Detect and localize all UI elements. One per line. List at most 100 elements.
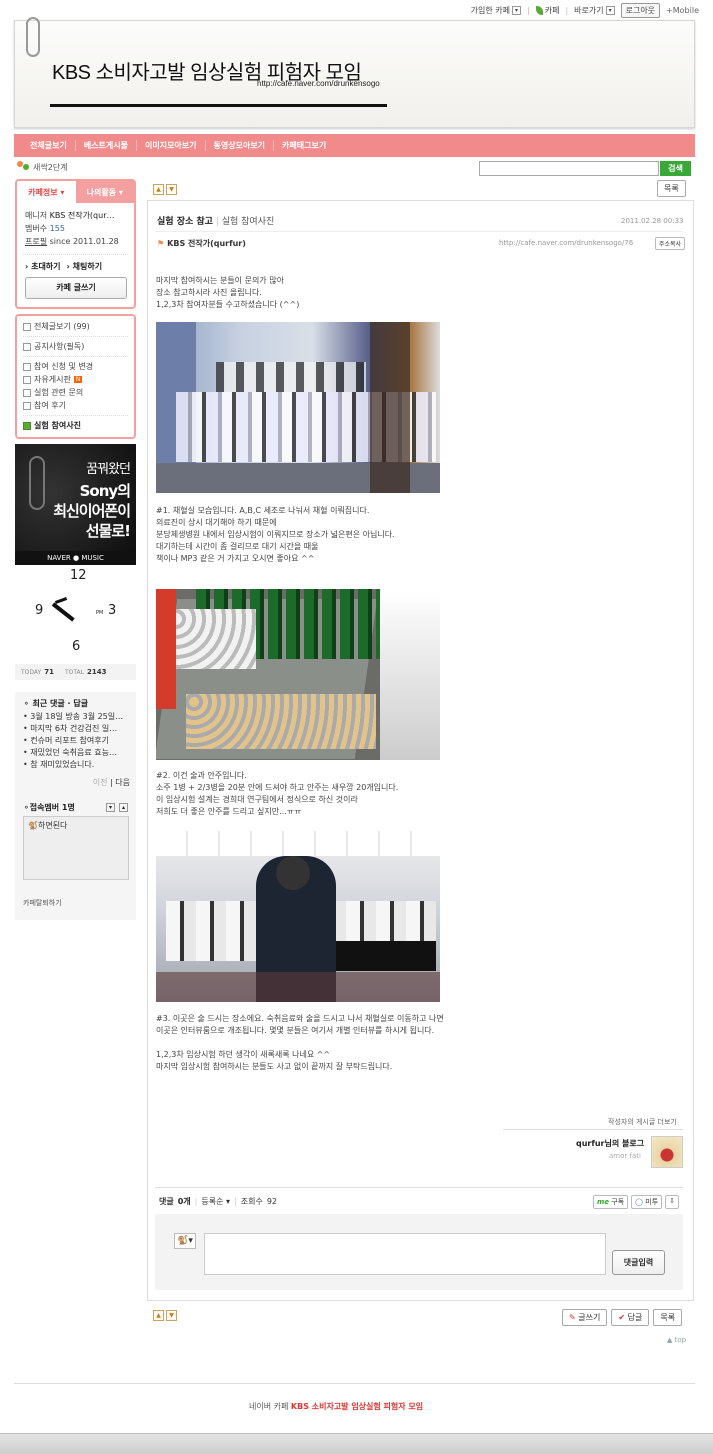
- photo-blood-draw-room[interactable]: [156, 322, 440, 493]
- dropdown-icon[interactable]: ▾: [512, 6, 521, 15]
- caption-2: #2. 이건 술과 안주입니다. 소주 1병 + 2/3병을 20분 안에 드셔…: [156, 770, 398, 818]
- list-item[interactable]: 🐒하면된다: [24, 817, 128, 834]
- chat-link[interactable]: › 채팅하기: [67, 261, 103, 272]
- recent-comments-title: ⚬ 최근 댓글 · 답글: [23, 699, 89, 708]
- board-icon: [23, 342, 31, 351]
- post-intro: 마지막 참여하시는 분들이 문의가 많아 장소 참고하시라 사진 올립니다. 1…: [156, 275, 299, 311]
- check-icon: ✔: [618, 1313, 626, 1322]
- joined-cafe-link[interactable]: 가입한 카페 ▾: [471, 5, 521, 16]
- expand-icon[interactable]: ▴: [119, 803, 128, 812]
- manager-name[interactable]: KBS 전작가(qur…: [50, 211, 115, 220]
- prev-post-button[interactable]: ▲: [153, 184, 164, 195]
- comments-label[interactable]: 댓글: [159, 1196, 174, 1207]
- sony-earphone-ad[interactable]: 꿈꿔왔던 Sony의 최신이어폰이 선물로! NAVER ● MUSIC: [15, 444, 136, 565]
- members-count[interactable]: 155: [50, 224, 65, 233]
- ad-line-2: Sony의: [79, 482, 131, 500]
- list-button-bottom[interactable]: 목록: [653, 1309, 683, 1326]
- online-member-name: 하면된다: [37, 821, 68, 830]
- more-posts-link[interactable]: 작성자의 게시글 더보기: [608, 1117, 677, 1127]
- blog-avatar[interactable]: [651, 1136, 683, 1168]
- naver-cafe-leaf-icon: [535, 6, 543, 15]
- comment-avatar-select[interactable]: 🐒▾: [174, 1233, 196, 1249]
- cafe-link[interactable]: 카페: [535, 5, 559, 16]
- menu-inquiry[interactable]: 실험 관련 문의: [23, 386, 128, 399]
- qna-board-icon: [23, 388, 31, 397]
- next-post-button[interactable]: ▼: [166, 1310, 177, 1321]
- comment-stats: 댓글 0개 | 등록순 ▾ | 조회수 92: [159, 1196, 277, 1207]
- invite-link[interactable]: › 초대하기: [25, 261, 61, 272]
- photo-board-icon: [23, 421, 31, 430]
- subscribe-label: 구독: [611, 1198, 625, 1206]
- cafe-write-button[interactable]: 카페 글쓰기: [25, 277, 127, 299]
- menu-label: 공지사항(필독): [34, 342, 85, 351]
- sidebar-widgets: ⚬ 최근 댓글 · 답글 • 3월 18일 방송 3월 25일… • 마지막 6…: [15, 692, 136, 920]
- menu-photos[interactable]: 실험 참여사진: [23, 419, 128, 432]
- collapse-icon[interactable]: ▾: [106, 803, 115, 812]
- comments-count[interactable]: 0개: [178, 1196, 191, 1207]
- menu-reviews[interactable]: 참여 후기: [23, 399, 128, 412]
- footer-naver-cafe[interactable]: 네이버 카페: [249, 1402, 288, 1411]
- board-icon: [23, 401, 31, 410]
- menu-apply[interactable]: 참여 신청 및 변경: [23, 360, 128, 373]
- next-button[interactable]: 다음: [115, 778, 130, 787]
- shortcut-link[interactable]: 바로가기 ▾: [574, 5, 615, 16]
- clock-9: 9: [35, 603, 44, 618]
- list-item[interactable]: • 3월 18일 방송 3월 25일…: [23, 711, 136, 723]
- list-item[interactable]: • 재밌었던 숙취음료 효능…: [23, 747, 136, 759]
- online-member-list: 🐒하면된다: [23, 816, 129, 880]
- clock-hour-hand: [51, 602, 75, 622]
- list-item[interactable]: • 참 재미있었습니다.: [23, 759, 136, 771]
- menu-notice[interactable]: 공지사항(필독): [23, 340, 128, 353]
- photo-drinking-room[interactable]: [156, 831, 440, 1002]
- post-board[interactable]: 실험 참여사진: [222, 217, 275, 227]
- nav-videos[interactable]: 동영상모아보기: [206, 140, 275, 151]
- nav-images[interactable]: 이미지모아보기: [137, 140, 206, 151]
- mobile-link[interactable]: +Mobile: [666, 6, 699, 15]
- nav-best-posts[interactable]: 베스트게시물: [76, 140, 137, 151]
- more-share-icon[interactable]: ⇩: [665, 1195, 680, 1209]
- prev-button[interactable]: 이전: [93, 778, 108, 787]
- online-members-title: ⚬ 접속멤버 1명 ▾ ▴: [23, 802, 136, 813]
- reply-button[interactable]: ✔ 답글: [611, 1309, 650, 1326]
- prev-post-button[interactable]: ▲: [153, 1310, 164, 1321]
- post-actions: ✎ 글쓰기 ✔ 답글 목록: [562, 1309, 683, 1326]
- nav-tags[interactable]: 카페태그보기: [274, 140, 334, 151]
- total-count: 2143: [87, 668, 107, 676]
- list-item[interactable]: • 컨슈머 리포트 참여후기: [23, 735, 136, 747]
- profile-link[interactable]: 프로필: [25, 237, 47, 246]
- search-button[interactable]: 검색: [660, 161, 691, 176]
- menu-free-board[interactable]: 자유게시판 N: [23, 373, 128, 386]
- tab-my-activity[interactable]: 나의활동 ▾: [75, 181, 134, 203]
- metoo-button[interactable]: ◯ 미투: [631, 1195, 663, 1209]
- photo-drinks-and-snacks[interactable]: [156, 589, 440, 760]
- leave-cafe-link[interactable]: 카페탈퇴하기: [23, 898, 136, 908]
- menu-label: 실험 참여사진: [34, 421, 81, 430]
- naver-music-logo: NAVER ● MUSIC: [15, 551, 136, 565]
- author-name[interactable]: KBS 전작가(qurfur): [167, 238, 246, 249]
- logout-button[interactable]: 로그아웃: [620, 3, 661, 18]
- cafe-search-input[interactable]: [479, 161, 659, 176]
- post-permalink[interactable]: http://cafe.naver.com/drunkensogo/76: [499, 239, 633, 247]
- nav-all-posts[interactable]: 전체글보기: [22, 140, 76, 151]
- post-line: 의료진이 상시 대기해야 하기 때문에: [156, 518, 277, 527]
- me-subscribe-button[interactable]: me 구독: [593, 1195, 629, 1209]
- next-post-button[interactable]: ▼: [166, 184, 177, 195]
- scroll-top-link[interactable]: ▲ top: [667, 1336, 686, 1344]
- member-level-label: 새싹2단계: [33, 162, 68, 172]
- list-button-top[interactable]: 목록: [657, 180, 686, 197]
- menu-all-posts[interactable]: 전체글보기 (99): [23, 320, 128, 333]
- comment-textarea[interactable]: [204, 1233, 606, 1275]
- post-subject: 실험 장소 참고: [157, 217, 213, 227]
- copy-url-button[interactable]: 주소복사: [655, 237, 686, 250]
- browser-status-bar: [0, 1433, 713, 1454]
- tab-cafe-info[interactable]: 카페정보 ▾: [17, 181, 76, 203]
- sort-dropdown[interactable]: 등록순 ▾: [201, 1196, 230, 1207]
- list-item[interactable]: • 마지막 6차 건강검진 일…: [23, 723, 136, 735]
- dropdown-icon[interactable]: ▾: [605, 6, 615, 15]
- recent-item: 컨슈머 리포트 참여후기: [30, 736, 109, 745]
- post-line: 이곳은 인터뷰룸으로 개조됩니다. 몇몇 분들은 여기서 개별 인터뷰를 하시게…: [156, 1026, 435, 1035]
- write-button[interactable]: ✎ 글쓰기: [562, 1309, 608, 1326]
- blog-link[interactable]: qurfur님의 블로그: [576, 1138, 644, 1149]
- comment-submit-button[interactable]: 댓글입력: [612, 1250, 665, 1275]
- footer-cafe-name[interactable]: KBS 소비자고발 임상실험 피험자 모임: [291, 1402, 423, 1411]
